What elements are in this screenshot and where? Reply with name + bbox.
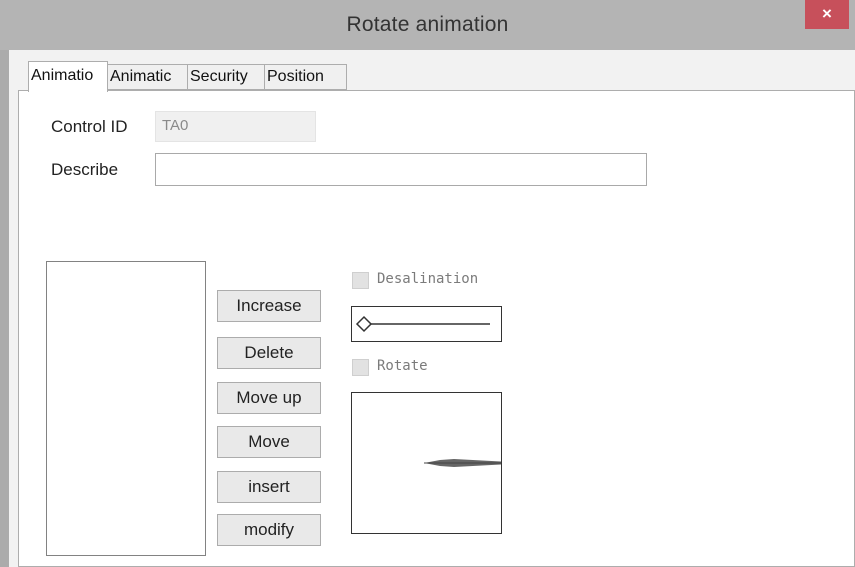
- tab-panel: Control ID TA0 Describe Increase Delete …: [18, 90, 855, 567]
- describe-input[interactable]: [155, 153, 647, 186]
- tab-position[interactable]: Position: [264, 64, 347, 90]
- dialog-window: Rotate animation × Animatio Animatic Sec…: [0, 0, 855, 567]
- tab-animation-1[interactable]: Animatio: [28, 61, 108, 92]
- rotation-preview: [351, 392, 502, 534]
- control-id-label: Control ID: [51, 117, 128, 136]
- slider-thumb: [355, 315, 373, 333]
- describe-label: Describe: [51, 160, 119, 179]
- close-button[interactable]: ×: [805, 0, 849, 29]
- slider-graphic: [355, 315, 490, 333]
- move-up-button[interactable]: Move up: [217, 382, 321, 414]
- close-icon: ×: [822, 4, 832, 23]
- rotate-option[interactable]: Rotate: [352, 358, 502, 379]
- tab-label: Animatic: [110, 68, 172, 85]
- tab-security[interactable]: Security: [187, 64, 265, 90]
- title-bar[interactable]: Rotate animation ×: [0, 0, 855, 50]
- desalination-checkbox[interactable]: [352, 272, 369, 289]
- dialog-client-area: Animatio Animatic Security Position Cont…: [9, 50, 855, 567]
- tab-label: Security: [190, 68, 248, 85]
- control-id-value: TA0: [162, 117, 189, 134]
- tab-label: Animatio: [31, 67, 94, 84]
- modify-button[interactable]: modify: [217, 514, 321, 546]
- window-title: Rotate animation: [346, 13, 509, 36]
- tab-label: Position: [267, 68, 324, 85]
- delete-button[interactable]: Delete: [217, 337, 321, 369]
- insert-button[interactable]: insert: [217, 471, 321, 503]
- desalination-option[interactable]: Desalination: [352, 271, 502, 292]
- increase-button[interactable]: Increase: [217, 290, 321, 322]
- rotate-label: Rotate: [377, 358, 428, 374]
- animation-frame-list[interactable]: [46, 261, 206, 556]
- tab-animation-2[interactable]: Animatic: [107, 64, 188, 90]
- desalination-slider[interactable]: [351, 306, 502, 342]
- rotate-checkbox[interactable]: [352, 359, 369, 376]
- move-down-button[interactable]: Move: [217, 426, 321, 458]
- control-id-field: TA0: [155, 111, 316, 142]
- desalination-label: Desalination: [377, 271, 479, 287]
- needle-graphic: [424, 459, 501, 467]
